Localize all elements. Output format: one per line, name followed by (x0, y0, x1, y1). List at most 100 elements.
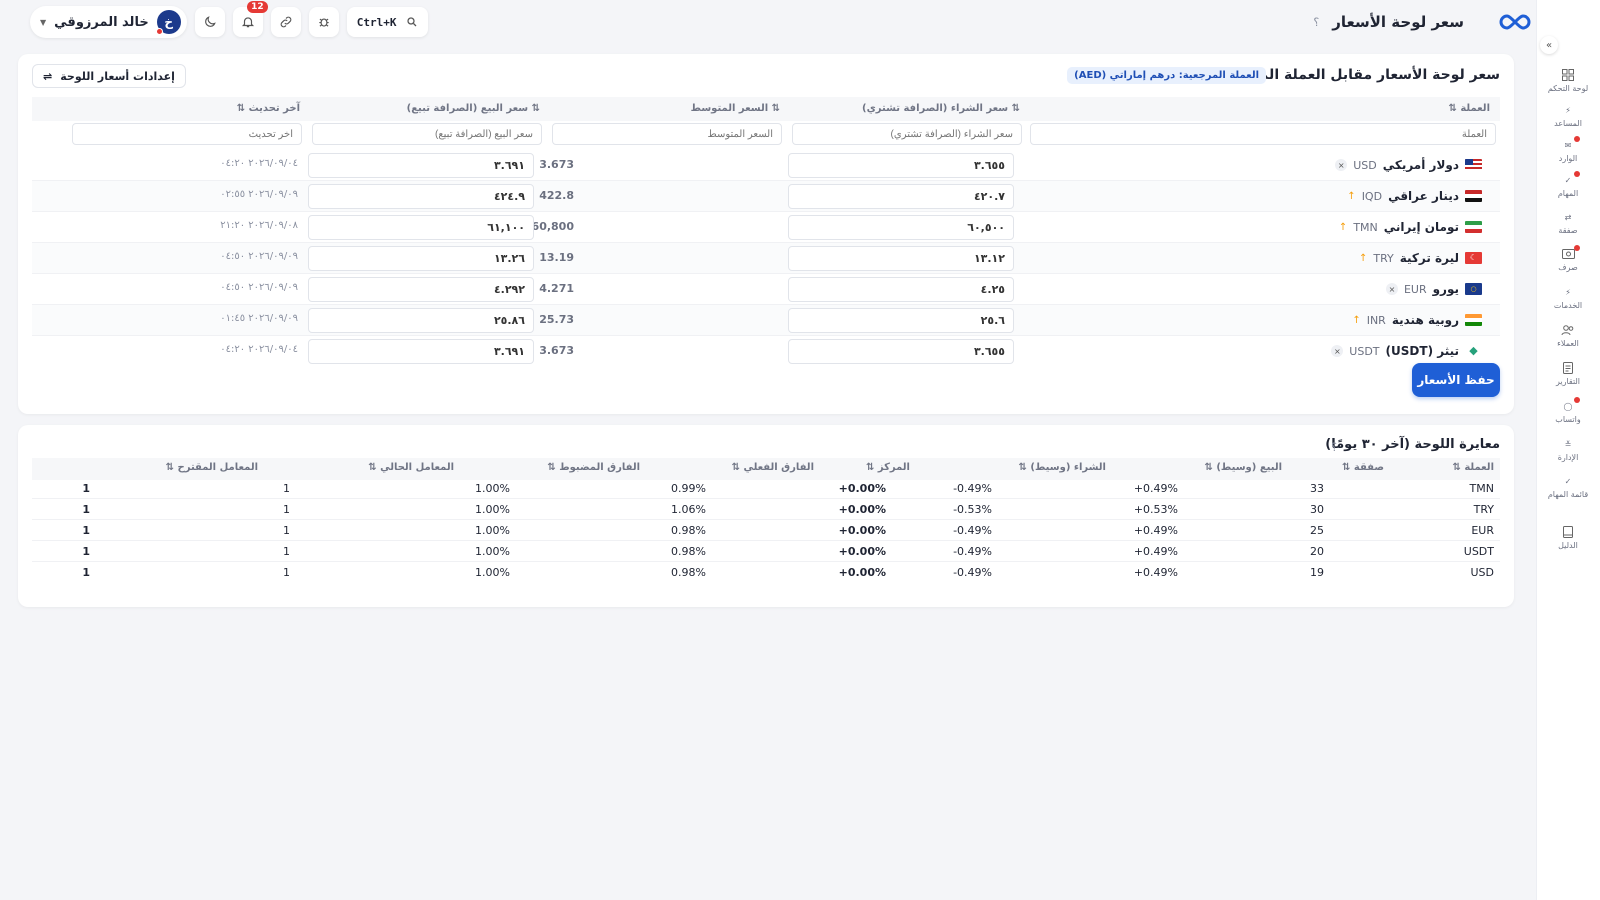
sell-price-input[interactable]: ٣.٦٩١ (308, 339, 534, 364)
buy-price-input[interactable]: ٣.٦٥٥ (788, 339, 1014, 364)
currency-cell: دولار أمريكي USD × (1335, 158, 1482, 172)
help-icon[interactable]: ؟ (1308, 14, 1324, 30)
header-set-spread[interactable]: الفارق المضبوط ⇅ (547, 462, 640, 473)
trend-up-icon: ↑ (1358, 252, 1368, 264)
remove-icon[interactable]: × (1335, 159, 1348, 171)
header-actual-spread[interactable]: الفارق الفعلي ⇅ (732, 462, 814, 473)
cell-center: +0.00% (838, 566, 886, 579)
sidebar-collapse-button[interactable]: » (1540, 36, 1558, 54)
sidebar-item-guide[interactable]: الدليل (1536, 525, 1600, 550)
remove-icon[interactable]: × (1385, 283, 1398, 295)
header-avg[interactable]: ⇅ السعر المتوسط (691, 103, 780, 114)
ir-flag-icon (1465, 221, 1482, 233)
currency-code: INR (1366, 313, 1386, 327)
sell-price-input[interactable]: ٦١,١٠٠ (308, 215, 534, 240)
buy-price-input[interactable]: ٤.٢٥ (788, 277, 1014, 302)
filter-avg-input[interactable] (552, 123, 782, 145)
sidebar-item-inbox[interactable]: ✉ الوارد (1536, 136, 1600, 163)
avg-price: 60,800 (531, 220, 574, 233)
buy-price-input[interactable]: ١٣.١٢ (788, 246, 1014, 271)
cell-sell: +0.49% (1133, 482, 1178, 495)
reference-currency-badge: العملة المرجعية: درهم إماراتي (AED) (1067, 67, 1266, 84)
sidebar-item-whatsapp[interactable]: ◯ واتساب (1536, 397, 1600, 424)
sidebar-item-customers[interactable]: العملاء (1536, 323, 1600, 348)
users-icon (1560, 323, 1576, 337)
currency-cell: ○ يورو EUR × (1385, 282, 1482, 296)
cell-suggested: 1 (82, 524, 90, 537)
filter-currency-input[interactable] (1030, 123, 1496, 145)
sidebar-item-task-list[interactable]: ✓ قائمة المهام (1536, 474, 1600, 500)
board-settings-button[interactable]: إعدادات أسعار اللوحة ⇌ (32, 64, 186, 88)
cell-set: 1.00% (475, 482, 510, 495)
help-icon[interactable]: ؟ (1326, 439, 1342, 455)
header-suggested-factor[interactable]: المعامل المقترح ⇅ (166, 462, 258, 473)
cell-buy: -0.49% (953, 524, 992, 537)
header-deals[interactable]: صفقة ⇅ (1342, 462, 1384, 473)
buy-price-input[interactable]: ٦٠,٥٠٠ (788, 215, 1014, 240)
header-buy[interactable]: ⇅ سعر الشراء (الصرافة تشتري) (862, 103, 1020, 114)
updated-at: ٢٠٢٦/٠٩/٠٤ ٠٤:٢٠ (220, 344, 298, 355)
sell-price-input[interactable]: ١٣.٢٦ (308, 246, 534, 271)
cell-buy: -0.53% (953, 503, 992, 516)
header-updated[interactable]: آخر تحديث ⇅ (237, 103, 300, 114)
sidebar-item-label: المساعد (1554, 119, 1582, 128)
avg-price: 25.73 (539, 313, 574, 326)
filter-updated-input[interactable] (72, 123, 302, 145)
sidebar-item-assistant[interactable]: ⚡ المساعد (1536, 103, 1600, 129)
cell-deals: 33 (1310, 482, 1324, 495)
app-logo[interactable] (1498, 11, 1532, 33)
top-bar-title-area: ؟ سعر لوحة الأسعار (1308, 11, 1532, 33)
sidebar-item-admin[interactable]: ≚ الإدارة (1536, 437, 1600, 463)
cell-actual: 0.98% (671, 524, 706, 537)
save-prices-button[interactable]: حفظ الأسعار (1412, 363, 1500, 397)
link-button[interactable] (270, 7, 301, 37)
sell-price-input[interactable]: ٣.٦٩١ (308, 153, 534, 178)
cell-suggested: 1 (82, 482, 90, 495)
header-sell-median[interactable]: البيع (وسيط) ⇅ (1205, 462, 1283, 473)
sliders-icon: ⇌ (43, 69, 53, 83)
updated-at: ٢٠٢٦/٠٩/٠٨ ٢١:٢٠ (220, 220, 298, 231)
cell-center: +0.00% (838, 482, 886, 495)
header-currency[interactable]: العملة ⇅ (1448, 103, 1490, 114)
header-center[interactable]: المركز ⇅ (866, 462, 910, 473)
search-button[interactable]: Ctrl+K (346, 7, 429, 37)
page-title: سعر لوحة الأسعار (1332, 13, 1464, 31)
sell-price-input[interactable]: ٢٥.٨٦ (308, 308, 534, 333)
sidebar-item-reports[interactable]: التقارير (1536, 361, 1600, 386)
sidebar-item-deal[interactable]: ⇄ صفقة (1536, 210, 1600, 236)
sidebar-item-exchange[interactable]: صرف (1536, 245, 1600, 272)
sell-price-input[interactable]: ٤٢٤.٩ (308, 184, 534, 209)
updated-at: ٢٠٢٦/٠٩/٠٤ ٠٤:٢٠ (220, 158, 298, 169)
filter-buy-input[interactable] (792, 123, 1022, 145)
currency-name: تيثر (USDT) (1385, 344, 1459, 358)
header-current-factor[interactable]: المعامل الحالي ⇅ (368, 462, 454, 473)
table-row: TRY 30 +0.53% -0.53% +0.00% 1.06% 1.00% … (32, 499, 1500, 520)
sidebar-item-services[interactable]: ⚡ الخدمات (1536, 285, 1600, 311)
sidebar-item-dashboard[interactable]: لوحة التحكم (1536, 68, 1600, 93)
header-currency[interactable]: العملة ⇅ (1452, 462, 1494, 473)
debug-button[interactable] (308, 7, 339, 37)
user-menu[interactable]: خ خالد المرزوقي ▼ (30, 6, 187, 38)
header-buy-median[interactable]: الشراء (وسيط) ⇅ (1019, 462, 1106, 473)
currency-name: روبية هندية (1391, 313, 1459, 327)
buy-price-input[interactable]: ٤٢٠.٧ (788, 184, 1014, 209)
sell-price-input[interactable]: ٤.٢٩٢ (308, 277, 534, 302)
sidebar-item-label: قائمة المهام (1547, 490, 1589, 499)
theme-toggle-button[interactable] (194, 7, 225, 37)
buy-price-input[interactable]: ٣.٦٥٥ (788, 153, 1014, 178)
table-header: العملة ⇅ صفقة ⇅ البيع (وسيط) ⇅ الشراء (و… (32, 458, 1500, 480)
header-sell[interactable]: ⇅ سعر البيع (الصرافة تبيع) (407, 103, 540, 114)
currency-code: USD (1353, 158, 1377, 172)
cell-suggested: 1 (82, 545, 90, 558)
sidebar-item-tasks[interactable]: ✓ المهام (1536, 171, 1600, 198)
remove-icon[interactable]: × (1331, 345, 1344, 357)
filter-sell-input[interactable] (312, 123, 542, 145)
cell-sell: +0.53% (1133, 503, 1178, 516)
buy-price-input[interactable]: ٢٥.٦ (788, 308, 1014, 333)
check-icon: ✓ (1560, 171, 1580, 187)
swap-icon: ⇄ (1564, 212, 1572, 222)
cell-currency: TRY (1473, 503, 1494, 516)
sliders-icon: ≚ (1564, 439, 1572, 449)
currency-cell: تومان إيراني TMN ↑ (1339, 220, 1482, 234)
notifications-button[interactable]: 12 (232, 1, 268, 37)
